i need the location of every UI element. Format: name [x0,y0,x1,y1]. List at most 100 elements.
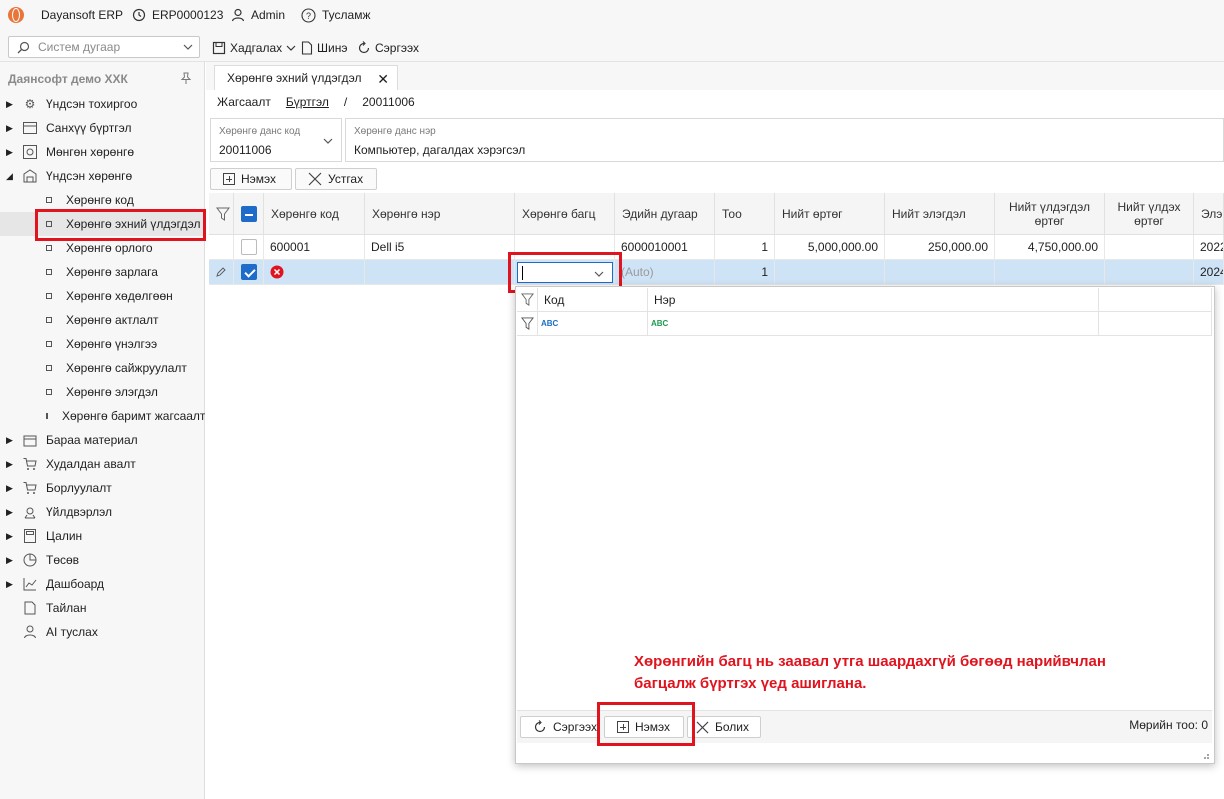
filter-icon[interactable] [520,293,534,306]
breadcrumb-list[interactable]: Жагсаалт [217,95,271,109]
filter-icon[interactable] [520,317,534,330]
popup-filter-header[interactable] [517,288,538,312]
close-icon[interactable]: ✕ [377,71,389,88]
row-checkbox-cell[interactable] [234,260,264,285]
sidebar-item-budget[interactable]: ▶ Төсөв [0,548,205,572]
sidebar-item-dashboard[interactable]: ▶ Дашбоард [0,572,205,596]
select-all-header[interactable] [234,193,264,235]
expand-arrow-icon[interactable]: ▶ [6,99,14,110]
expand-arrow-icon[interactable]: ▶ [6,531,14,542]
col-header-asset-pack[interactable]: Хөрөнгө багц [515,193,615,235]
col-header-quantity[interactable]: Тоо [715,193,775,235]
help-button[interactable]: ? Тусламж [301,6,370,24]
sidebar-subitem-issue[interactable]: Хөрөнгө зарлага [0,260,205,284]
user-menu[interactable]: Admin [231,6,285,24]
col-header-asset-name[interactable]: Хөрөнгө нэр [365,193,515,235]
sidebar-item-settings[interactable]: ▶ ⚙ Үндсэн тохиргоо [0,92,205,116]
filter-icon[interactable] [216,207,230,221]
table-cell[interactable] [264,260,365,285]
company-name: Даянсофт демо ХХК [8,72,128,86]
popup-filter-code[interactable]: ABC [538,312,648,336]
resize-grip-icon[interactable] [1200,750,1210,760]
row-checkbox-cell[interactable] [234,235,264,260]
sidebar-item-payroll[interactable]: ▶ Цалин [0,524,205,548]
table-cell[interactable]: Dell i5 [365,235,515,260]
table-cell[interactable] [885,260,995,285]
sidebar-item-inventory[interactable]: ▶ Бараа материал [0,428,205,452]
sidebar-subitem-movement[interactable]: Хөрөнгө хөдөлгөөн [0,284,205,308]
sidebar-subitem-depreciation[interactable]: Хөрөнгө элэгдэл [0,380,205,404]
table-cell[interactable]: 250,000.00 [885,235,995,260]
grid-filter-header[interactable] [209,193,234,235]
table-cell[interactable]: 1 [715,235,775,260]
popup-refresh-button[interactable]: Сэргээх [520,716,600,738]
expand-arrow-icon[interactable]: ▶ [6,483,14,494]
sidebar-item-purchase[interactable]: ▶ Худалдан авалт [0,452,205,476]
table-cell[interactable] [995,260,1105,285]
table-cell[interactable]: 2024 [1194,260,1224,285]
col-header-total-cost[interactable]: Нийт өртөг [775,193,885,235]
sidebar-subitem-improvement[interactable]: Хөрөнгө сайжруулалт [0,356,205,380]
table-cell[interactable]: 4,750,000.00 [995,235,1105,260]
sidebar-subitem-writeoff[interactable]: Хөрөнгө актлалт [0,308,205,332]
sidebar-item-production[interactable]: ▶ Үйлдвэрлэл [0,500,205,524]
sidebar-item-cash[interactable]: ▶ Мөнгөн хөрөнгө [0,140,205,164]
table-cell[interactable] [1105,235,1194,260]
table-cell[interactable]: 2022 [1194,235,1224,260]
select-all-checkbox[interactable] [240,205,257,222]
delete-row-button[interactable]: Устгах [295,168,377,190]
popup-col-code[interactable]: Код [538,288,648,312]
table-cell[interactable]: 1 [715,260,775,285]
account-code-field[interactable]: Хөрөнгө данс код 20011006 [210,118,342,162]
save-button[interactable]: Хадгалах [212,38,296,58]
new-button[interactable]: Шинэ [301,38,347,58]
chevron-down-icon[interactable] [183,43,193,51]
sidebar-subitem-document-list[interactable]: Хөрөнгө баримт жагсаалт [0,404,205,428]
table-cell[interactable]: 5,000,000.00 [775,235,885,260]
db-selector[interactable]: ERP0000123 [132,6,223,24]
sidebar-item-reports[interactable]: Тайлан [0,596,205,620]
row-checkbox[interactable] [240,239,257,255]
table-cell[interactable] [1105,260,1194,285]
row-checkbox[interactable] [240,264,257,280]
table-cell[interactable]: 6000010001 [615,235,715,260]
chevron-down-icon[interactable] [323,137,333,145]
sidebar-subitem-valuation[interactable]: Хөрөнгө үнэлгээ [0,332,205,356]
table-cell[interactable] [365,260,515,285]
popup-col-name[interactable]: Нэр [648,288,1099,312]
col-header-residual-value[interactable]: Нийт үлдэх өртөг [1105,193,1194,235]
sidebar-item-ai-assistant[interactable]: AI туслах [0,620,205,644]
svg-text:?: ? [306,11,311,21]
expand-arrow-icon[interactable]: ▶ [6,579,14,590]
col-header-total-depreciation[interactable]: Нийт элэгдэл [885,193,995,235]
table-cell[interactable]: (Auto) [615,260,715,285]
col-header-depreciation-date[interactable]: Элэг [1194,193,1224,235]
sidebar-item-sales[interactable]: ▶ Борлуулалт [0,476,205,500]
col-header-label: Нийт үлдэгдэл өртөг [1009,199,1090,228]
expand-arrow-icon[interactable]: ▶ [6,459,14,470]
table-cell[interactable] [775,260,885,285]
search-input[interactable]: Систем дугаар [8,36,200,58]
refresh-button[interactable]: Сэргээх [357,38,419,58]
tab-opening-balance[interactable]: Хөрөнгө эхний үлдэгдэл ✕ [214,65,398,90]
expand-arrow-icon[interactable]: ▶ [6,435,14,446]
breadcrumb-register[interactable]: Бүртгэл [286,95,329,109]
pin-icon[interactable] [180,72,192,85]
col-header-item-number[interactable]: Эдийн дугаар [615,193,715,235]
col-header-net-value[interactable]: Нийт үлдэгдэл өртөг [995,193,1105,235]
popup-filter-row[interactable] [517,312,538,336]
expand-arrow-icon[interactable]: ▶ [6,507,14,518]
popup-filter-name[interactable]: ABC [648,312,1099,336]
expand-arrow-icon[interactable]: ▶ [6,123,14,134]
col-header-asset-code[interactable]: Хөрөнгө код [264,193,365,235]
sidebar-item-accounting[interactable]: ▶ Санхүү бүртгэл [0,116,205,140]
table-cell[interactable]: 600001 [264,235,365,260]
highlight-box [597,702,695,746]
collapse-arrow-icon[interactable]: ◢ [6,171,14,182]
add-row-button[interactable]: Нэмэх [210,168,292,190]
chevron-down-icon[interactable] [286,44,296,52]
sidebar-item-fixed-assets[interactable]: ◢ Үндсэн хөрөнгө [0,164,205,188]
popup-cancel-button[interactable]: Болих [687,716,761,738]
expand-arrow-icon[interactable]: ▶ [6,555,14,566]
expand-arrow-icon[interactable]: ▶ [6,147,14,158]
